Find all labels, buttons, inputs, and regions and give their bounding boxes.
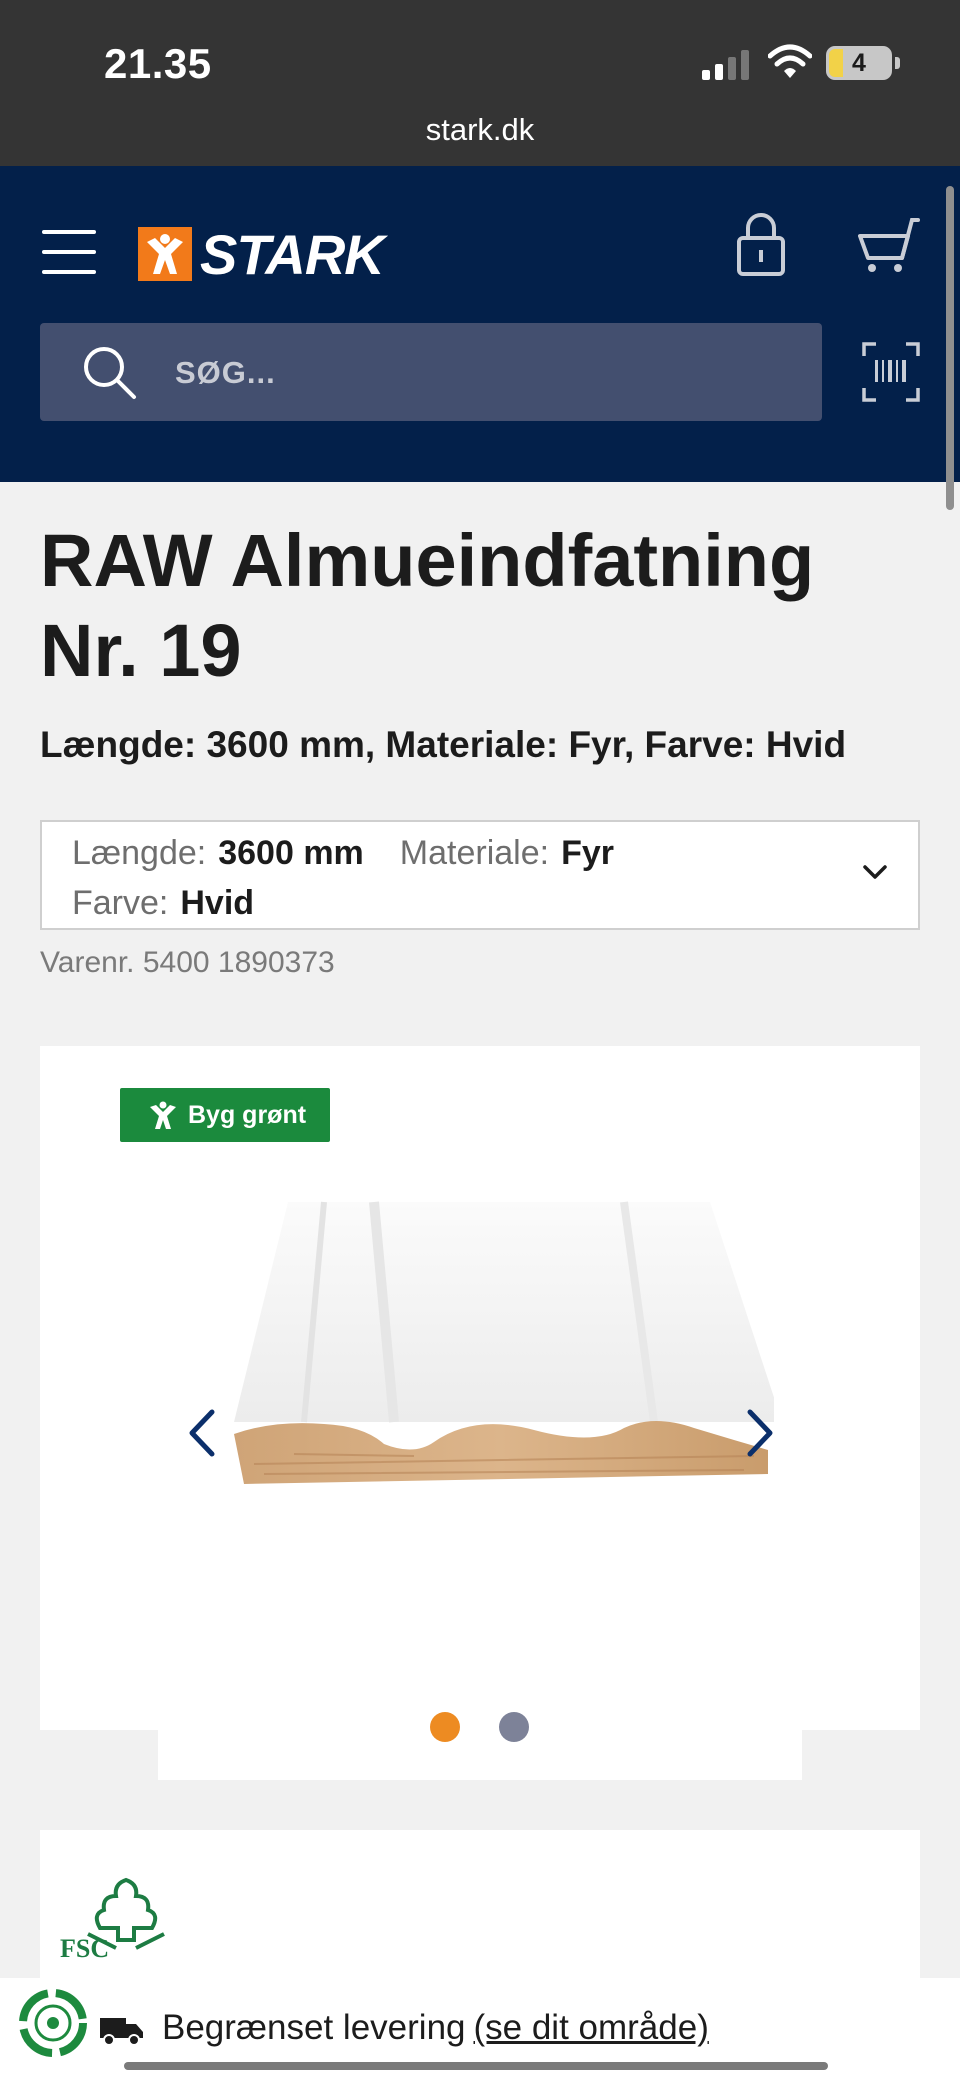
carousel-dot-active[interactable] (430, 1712, 460, 1742)
variant-selector[interactable]: Længde: 3600 mm Materiale: Fyr Farve: Hvid (40, 820, 920, 930)
truck-icon (100, 2018, 143, 2046)
byg-groent-badge: Byg grønt (120, 1088, 330, 1142)
status-time: 21.35 (104, 40, 212, 87)
material-value: Fyr (561, 834, 614, 872)
worker-icon (150, 1101, 176, 1129)
delivery-text: Begrænset levering (162, 2008, 466, 2047)
carousel-next-icon[interactable] (740, 1406, 780, 1460)
length-label: Længde: (72, 834, 207, 872)
menu-icon[interactable] (42, 230, 96, 274)
barcode-scan-icon[interactable] (862, 342, 920, 402)
fsc-label: FSC (60, 1934, 110, 1963)
material-label: Materiale: (399, 834, 550, 872)
battery-icon: 4 (826, 46, 900, 80)
stark-logo[interactable]: STARK (138, 223, 385, 286)
length-value: 3600 mm (218, 834, 364, 872)
cart-icon[interactable] (858, 214, 920, 276)
site-header: STARK SØG... (0, 166, 960, 482)
product-image-card: Byg grønt (40, 1046, 920, 1730)
color-label: Farve: (72, 884, 169, 922)
product-image (234, 1201, 774, 1484)
chevron-down-icon[interactable] (862, 862, 888, 882)
badge-label: Byg grønt (188, 1100, 307, 1129)
lock-icon[interactable] (736, 210, 786, 276)
battery-level: 4 (852, 49, 866, 77)
search-input[interactable]: SØG... (40, 323, 822, 421)
search-icon (84, 347, 136, 399)
url-bar[interactable]: stark.dk (0, 112, 960, 148)
recycle-badge-icon[interactable] (16, 1986, 90, 2060)
carousel-footer (158, 1728, 802, 1780)
sku-number: Varenr. 5400 1890373 (40, 946, 335, 979)
page-scrollbar[interactable] (946, 186, 954, 510)
search-placeholder: SØG... (175, 355, 276, 390)
status-bar: 21.35 4 stark.dk (0, 0, 960, 166)
product-title: RAW Almueindfatning Nr. 19 (40, 519, 815, 692)
wifi-icon (768, 44, 812, 78)
color-value: Hvid (180, 884, 255, 922)
home-indicator[interactable] (124, 2062, 828, 2070)
logo-mark-icon (138, 227, 192, 281)
carousel-prev-icon[interactable] (182, 1406, 222, 1460)
logo-text: STARK (200, 222, 385, 286)
delivery-area-link[interactable]: (se dit område) (474, 2008, 709, 2047)
product-subtitle: Længde: 3600 mm, Materiale: Fyr, Farve: … (40, 724, 847, 765)
signal-icon (702, 50, 749, 80)
carousel-dot[interactable] (499, 1712, 529, 1742)
